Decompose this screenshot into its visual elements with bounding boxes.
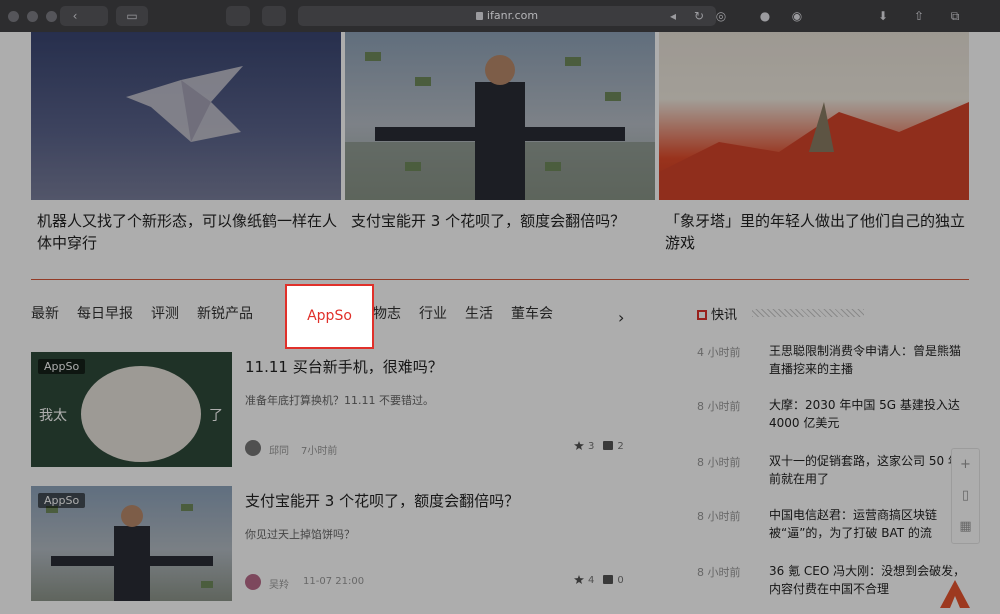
add-icon[interactable]: + [952, 449, 979, 480]
address-url: ifanr.com [486, 9, 539, 22]
flash-text[interactable]: 双十一的促销套路，这家公司 50 年前就在用了 [769, 452, 969, 488]
minimize-window-button[interactable] [27, 11, 38, 22]
author-avatar[interactable] [245, 440, 261, 456]
tab-new-products[interactable]: 新锐产品 [197, 303, 253, 323]
flash-text[interactable]: 36 氪 CEO 冯大刚：没想到会破发，内容付费在中国不合理 [769, 562, 969, 598]
article-stats: 40 [574, 575, 624, 586]
article-card[interactable]: 我太 了 AppSo 11.11 买台新手机，很难吗？ 准备年底打算换机？11.… [31, 352, 651, 467]
browser-toolbar: ‹ ▭ ifanr.com ◂ ↻ ◎ ● ◉ ⬇ ⇧ ⧉ [0, 0, 1000, 32]
hero-title-2[interactable]: 支付宝能开 3 个花呗了，额度会翻倍吗？ [351, 210, 651, 232]
hero-image-alipay[interactable] [345, 32, 655, 200]
flash-text[interactable]: 中国电信赵君：运营商搞区块链被“逼”的，为了打破 BAT 的流 [769, 506, 969, 542]
zoom-window-button[interactable] [46, 11, 57, 22]
tab-reviews[interactable]: 评测 [151, 303, 179, 323]
article-badge: AppSo [38, 493, 86, 508]
article-time: 7小时前 [301, 446, 338, 457]
article-author[interactable]: 邱同 [269, 442, 289, 457]
flash-time: 4 小时前 [697, 346, 741, 359]
tab-latest[interactable]: 最新 [31, 303, 59, 323]
audio-icon[interactable]: ◂ [664, 7, 682, 25]
sidebar-icon: ▭ [126, 9, 138, 23]
like-icon[interactable] [574, 441, 584, 450]
extension-icon[interactable]: ◉ [788, 7, 806, 25]
article-time: 11-07 21:00 [303, 576, 365, 587]
tab-cars[interactable]: 董车会 [511, 303, 553, 323]
tab-industry[interactable]: 行业 [419, 303, 447, 323]
article-badge: AppSo [38, 359, 86, 374]
extension-button-2[interactable] [262, 6, 286, 26]
flash-time: 8 小时前 [697, 400, 741, 413]
comment-icon[interactable] [603, 441, 614, 450]
article-author[interactable]: 吴羚 [269, 576, 289, 591]
qr-code-icon[interactable]: ▦ [952, 511, 979, 542]
flash-news-heading[interactable]: 快讯 [697, 304, 737, 323]
tabs-next-chevron-icon[interactable]: › [618, 308, 624, 327]
article-thumbnail[interactable]: 我太 了 AppSo [31, 352, 232, 467]
paper-crane-illustration [126, 66, 243, 142]
reload-icon[interactable]: ↻ [690, 7, 708, 25]
article-card[interactable]: AppSo 支付宝能开 3 个花呗了，额度会翻倍吗？ 你见过天上掉馅饼吗？ 吴羚… [31, 486, 651, 601]
article-description: 你见过天上掉馅饼吗？ [245, 528, 355, 541]
tab-morning-report[interactable]: 每日早报 [77, 303, 133, 323]
hero-image-robot[interactable] [31, 32, 341, 200]
man-with-money-illustration [345, 52, 655, 200]
comment-count: 2 [617, 441, 624, 452]
tab-appso[interactable]: AppSo [285, 284, 374, 349]
privacy-icon[interactable]: ◎ [712, 7, 730, 25]
mobile-icon[interactable]: ▯ [952, 480, 979, 511]
article-thumbnail[interactable]: AppSo [31, 486, 232, 601]
article-description: 准备年底打算换机？11.11 不要错过。 [245, 394, 434, 407]
share-icon[interactable]: ⇧ [910, 7, 928, 25]
tab-life[interactable]: 生活 [465, 303, 493, 323]
flash-time: 8 小时前 [697, 456, 741, 469]
thumb-text-right: 了 [209, 408, 223, 424]
hero-image-game[interactable] [659, 32, 969, 200]
hero-title-3[interactable]: 「象牙塔」里的年轻人做出了他们自己的独立游戏 [665, 210, 965, 254]
sidebar-button[interactable]: ▭ [116, 6, 148, 26]
extension-button-1[interactable] [226, 6, 250, 26]
author-avatar[interactable] [245, 574, 261, 590]
like-icon[interactable] [574, 575, 584, 584]
back-arrow-icon: ‹ [72, 9, 78, 23]
article-stats: 32 [574, 441, 624, 452]
side-tools: + ▯ ▦ [951, 448, 980, 544]
ifanr-logo-icon[interactable] [940, 580, 970, 608]
flash-news-icon [697, 310, 707, 320]
flash-divider-pattern [752, 309, 864, 317]
flash-text[interactable]: 王思聪限制消费令申请人：曾是熊猫直播挖来的主播 [769, 342, 969, 378]
like-count: 3 [588, 441, 595, 452]
flash-text[interactable]: 大摩：2030 年中国 5G 基建投入达 4000 亿美元 [769, 396, 969, 432]
back-forward-group[interactable]: ‹ [60, 6, 108, 26]
thumb-text-left: 我太 [39, 408, 67, 424]
comment-icon[interactable] [603, 575, 614, 584]
address-bar[interactable]: ifanr.com [298, 6, 716, 26]
game-art-illustration [659, 102, 969, 200]
close-window-button[interactable] [8, 11, 19, 22]
flash-time: 8 小时前 [697, 566, 741, 579]
flash-time: 8 小时前 [697, 510, 741, 523]
page-content: 机器人又找了个新形态，可以像纸鹤一样在人体中穿行 支付宝能开 3 个花呗了，额度… [0, 32, 1000, 614]
hero-title-1[interactable]: 机器人又找了个新形态，可以像纸鹤一样在人体中穿行 [37, 210, 337, 254]
extension-fire-icon[interactable]: ● [756, 7, 774, 25]
comment-count: 0 [617, 575, 624, 586]
flash-news-title: 快讯 [711, 308, 738, 323]
article-title[interactable]: 11.11 买台新手机，很难吗？ [245, 356, 443, 377]
tabs-overview-icon[interactable]: ⧉ [946, 7, 964, 25]
lock-icon [475, 12, 483, 20]
like-count: 4 [588, 575, 595, 586]
article-title[interactable]: 支付宝能开 3 个花呗了，额度会翻倍吗？ [245, 490, 519, 511]
section-divider [31, 279, 969, 280]
download-icon[interactable]: ⬇ [874, 7, 892, 25]
